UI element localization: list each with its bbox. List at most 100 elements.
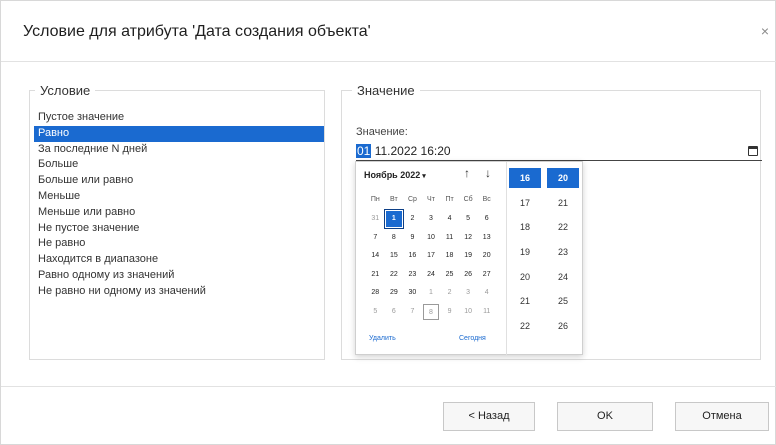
weekday-label: Ср xyxy=(407,196,417,203)
day-cell[interactable]: 18 xyxy=(441,248,458,264)
day-cell[interactable]: 7 xyxy=(367,230,384,246)
hour-cell[interactable]: 19 xyxy=(509,242,541,262)
arrow-down-icon[interactable]: ↓ xyxy=(481,166,495,180)
day-cell[interactable]: 24 xyxy=(423,267,440,283)
month-year-label: Ноябрь 2022 xyxy=(364,170,421,180)
day-cell[interactable]: 23 xyxy=(404,267,421,283)
condition-item[interactable]: Больше или равно xyxy=(34,173,324,189)
hour-cell[interactable]: 18 xyxy=(509,217,541,237)
date-time-input[interactable]: 01 11.2022 16:20 xyxy=(356,143,762,161)
day-grid: 31 1 2 3 4 5 6 7 8 9 10 11 12 13 14 15 16 17 18 19 20 21 22 23 2… xyxy=(366,209,496,321)
day-cell[interactable]: 5 xyxy=(367,304,384,320)
minute-cell[interactable]: 21 xyxy=(547,193,579,213)
day-cell[interactable]: 13 xyxy=(478,230,495,246)
weekday-label: Сб xyxy=(463,196,473,203)
day-cell[interactable]: 19 xyxy=(460,248,477,264)
day-cell[interactable]: 31 xyxy=(367,211,384,227)
close-icon[interactable]: × xyxy=(758,24,772,38)
day-cell[interactable]: 27 xyxy=(478,267,495,283)
minute-cell[interactable]: 23 xyxy=(547,242,579,262)
hour-cell[interactable]: 21 xyxy=(509,291,541,311)
day-cell[interactable]: 14 xyxy=(367,248,384,264)
day-cell[interactable]: 6 xyxy=(386,304,403,320)
today-link[interactable]: Сегодня xyxy=(459,335,486,342)
day-cell[interactable]: 8 xyxy=(422,303,440,320)
condition-item[interactable]: Не равно xyxy=(34,236,324,252)
condition-item[interactable]: Меньше или равно xyxy=(34,205,324,221)
condition-item[interactable]: За последние N дней xyxy=(34,142,324,158)
day-cell[interactable]: 17 xyxy=(423,248,440,264)
condition-dialog: Условие для атрибута 'Дата создания объе… xyxy=(0,0,776,445)
day-cell[interactable]: 29 xyxy=(386,285,403,301)
day-cell[interactable]: 22 xyxy=(386,267,403,283)
day-cell[interactable]: 20 xyxy=(478,248,495,264)
caret-down-icon: ▾ xyxy=(422,173,426,180)
day-cell[interactable]: 28 xyxy=(367,285,384,301)
hour-cell[interactable]: 17 xyxy=(509,193,541,213)
dialog-title: Условие для атрибута 'Дата создания объе… xyxy=(23,23,371,40)
date-input-text[interactable]: 11.2022 16:20 xyxy=(371,144,451,158)
day-cell[interactable]: 6 xyxy=(478,211,495,227)
day-cell[interactable]: 11 xyxy=(478,304,495,320)
time-divider xyxy=(506,162,507,356)
day-cell[interactable]: 30 xyxy=(404,285,421,301)
minute-cell[interactable]: 22 xyxy=(547,217,579,237)
weekday-label: Пт xyxy=(445,196,454,203)
day-cell[interactable]: 2 xyxy=(441,285,458,301)
minute-cell[interactable]: 20 xyxy=(547,168,579,188)
day-cell[interactable]: 1 xyxy=(423,285,440,301)
month-year-selector[interactable]: Ноябрь 2022 ▾ xyxy=(364,170,426,180)
cancel-button[interactable]: Отмена xyxy=(675,402,769,431)
header-divider xyxy=(1,61,776,62)
arrow-up-icon[interactable]: ↑ xyxy=(460,166,474,180)
day-cell[interactable]: 12 xyxy=(460,230,477,246)
hour-cell[interactable]: 16 xyxy=(509,168,541,188)
weekday-label: Вт xyxy=(390,196,398,203)
condition-group: Условие Пустое значение Равно За последние… xyxy=(29,83,325,360)
value-legend: Значение xyxy=(352,83,420,98)
condition-item[interactable]: Равно одному из значений xyxy=(34,268,324,284)
condition-item[interactable]: Находится в диапазоне xyxy=(34,252,324,268)
day-cell[interactable]: 3 xyxy=(460,285,477,301)
day-cell[interactable]: 10 xyxy=(460,304,477,320)
day-cell[interactable]: 10 xyxy=(423,230,440,246)
day-cell-selected[interactable]: 1 xyxy=(383,209,405,229)
date-picker-popup: Ноябрь 2022 ▾ ↑ ↓ Пн Вт Ср Чт Пт Сб Вс 31 1 2 3 4 5 6… xyxy=(355,161,583,356)
day-cell[interactable]: 26 xyxy=(460,267,477,283)
condition-item[interactable]: Меньше xyxy=(34,189,324,205)
day-cell[interactable]: 16 xyxy=(404,248,421,264)
delete-link[interactable]: Удалить xyxy=(369,335,396,342)
day-cell[interactable]: 11 xyxy=(441,230,458,246)
minute-cell[interactable]: 24 xyxy=(547,267,579,287)
hour-cell[interactable]: 22 xyxy=(509,316,541,336)
day-cell[interactable]: 4 xyxy=(441,211,458,227)
day-cell[interactable]: 9 xyxy=(404,230,421,246)
minute-cell[interactable]: 25 xyxy=(547,291,579,311)
day-cell[interactable]: 8 xyxy=(386,230,403,246)
day-cell[interactable]: 25 xyxy=(441,267,458,283)
condition-item[interactable]: Не равно ни одному из значений xyxy=(34,284,324,300)
day-cell[interactable]: 9 xyxy=(441,304,458,320)
hour-cell[interactable]: 20 xyxy=(509,267,541,287)
minute-cell[interactable]: 26 xyxy=(547,316,579,336)
condition-item[interactable]: Больше xyxy=(34,157,324,173)
day-cell[interactable]: 5 xyxy=(460,211,477,227)
condition-item[interactable]: Равно xyxy=(34,125,324,142)
day-cell[interactable]: 15 xyxy=(386,248,403,264)
ok-button[interactable]: OK xyxy=(557,402,653,431)
date-selected-segment[interactable]: 01 xyxy=(356,144,372,158)
day-cell[interactable]: 4 xyxy=(478,285,495,301)
weekday-header: Пн Вт Ср Чт Пт Сб Вс xyxy=(366,196,496,203)
weekday-label: Вс xyxy=(482,196,491,203)
day-cell[interactable]: 3 xyxy=(423,211,440,227)
condition-legend: Условие xyxy=(35,83,96,98)
back-button[interactable]: < Назад xyxy=(443,402,535,431)
calendar-icon[interactable] xyxy=(748,146,758,156)
weekday-label: Чт xyxy=(427,196,435,203)
day-cell[interactable]: 7 xyxy=(404,304,421,320)
condition-item[interactable]: Не пустое значение xyxy=(34,221,324,237)
day-cell[interactable]: 2 xyxy=(404,211,421,227)
day-cell[interactable]: 21 xyxy=(367,267,384,283)
hours-column: 16 17 18 19 20 21 22 xyxy=(509,168,541,341)
condition-item[interactable]: Пустое значение xyxy=(34,110,324,126)
